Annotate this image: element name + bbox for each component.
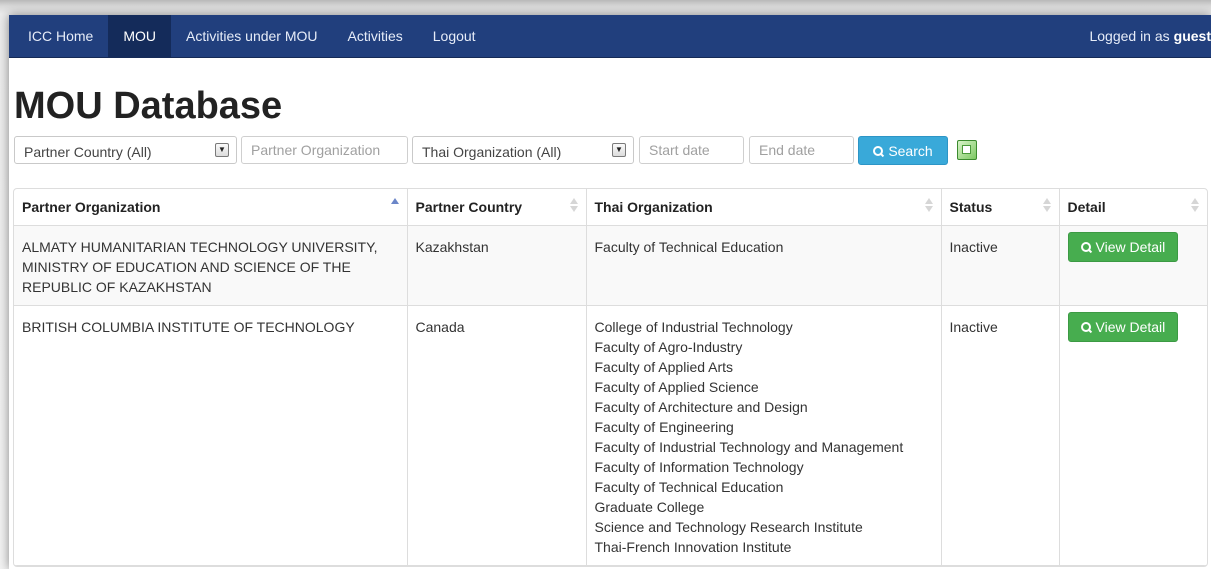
nav-activities[interactable]: Activities bbox=[333, 15, 418, 57]
status-cell: Inactive bbox=[940, 225, 1059, 306]
detail-cell: View Detail bbox=[1058, 305, 1207, 566]
thai-organization-select[interactable]: Thai Organization (All) ▼ bbox=[412, 136, 634, 164]
view-detail-label: View Detail bbox=[1095, 318, 1166, 335]
thai-organization-item: Faculty of Applied Arts bbox=[594, 358, 734, 375]
search-icon bbox=[873, 145, 884, 156]
search-button-label: Search bbox=[888, 142, 933, 159]
thai-organization-value: Thai Organization (All) bbox=[422, 144, 562, 160]
thai-organization-item: Science and Technology Research Institut… bbox=[594, 518, 863, 535]
thai-organization-item: Faculty of Agro-Industry bbox=[594, 338, 743, 355]
thai-organization-cell: College of Industrial Technology Faculty… bbox=[585, 305, 941, 566]
partner-organization-cell: ALMATY HUMANITARIAN TECHNOLOGY UNIVERSIT… bbox=[14, 225, 407, 306]
nav-icc-home[interactable]: ICC Home bbox=[9, 15, 108, 57]
partner-country-value: Partner Country (All) bbox=[24, 144, 152, 160]
sort-icon bbox=[569, 197, 578, 215]
view-detail-button[interactable]: View Detail bbox=[1067, 311, 1179, 342]
chevron-down-icon: ▼ bbox=[612, 143, 626, 157]
excel-export-icon[interactable] bbox=[957, 140, 977, 160]
column-header-label: Partner Country bbox=[415, 199, 523, 215]
top-navbar: ICC Home MOU Activities under MOU Activi… bbox=[9, 15, 1211, 58]
search-button[interactable]: Search bbox=[858, 136, 948, 165]
column-header-detail[interactable]: Detail bbox=[1058, 189, 1207, 226]
partner-organization-input[interactable] bbox=[241, 136, 408, 164]
sort-icon bbox=[924, 197, 933, 215]
login-username: guest bbox=[1173, 28, 1211, 44]
view-detail-button[interactable]: View Detail bbox=[1067, 231, 1179, 262]
sort-icon bbox=[1191, 197, 1199, 215]
thai-organization-item: Thai-French Innovation Institute bbox=[594, 538, 792, 555]
thai-organization-item: Faculty of Technical Education bbox=[594, 478, 784, 495]
end-date-input[interactable] bbox=[749, 136, 854, 164]
column-header-label: Thai Organization bbox=[594, 199, 713, 215]
column-header-status[interactable]: Status bbox=[940, 189, 1059, 226]
login-info: Logged in as guest bbox=[1089, 15, 1211, 57]
thai-organization-item: Faculty of Architecture and Design bbox=[594, 398, 808, 415]
partner-country-cell: Kazakhstan bbox=[406, 225, 586, 306]
status-cell: Inactive bbox=[940, 305, 1059, 566]
thai-organization-item: Faculty of Industrial Technology and Man… bbox=[594, 438, 904, 455]
chevron-down-icon: ▼ bbox=[215, 143, 229, 157]
thai-organization-item: Graduate College bbox=[594, 498, 705, 515]
sort-icon bbox=[1042, 197, 1051, 215]
partner-country-cell: Canada bbox=[406, 305, 586, 566]
login-prefix: Logged in as bbox=[1089, 28, 1170, 44]
search-icon bbox=[1080, 241, 1091, 252]
mou-table: Partner Organization Partner Country Tha… bbox=[13, 188, 1208, 567]
search-icon bbox=[1080, 321, 1091, 332]
column-header-label: Detail bbox=[1067, 199, 1106, 215]
table-header-row: Partner Organization Partner Country Tha… bbox=[14, 189, 1207, 226]
table-row: ALMATY HUMANITARIAN TECHNOLOGY UNIVERSIT… bbox=[14, 225, 1207, 306]
thai-organization-item: Faculty of Engineering bbox=[594, 418, 734, 435]
detail-cell: View Detail bbox=[1058, 225, 1207, 306]
thai-organization-item: Faculty of Technical Education bbox=[594, 238, 784, 255]
thai-organization-item: Faculty of Information Technology bbox=[594, 458, 804, 475]
nav-mou[interactable]: MOU bbox=[108, 15, 172, 57]
start-date-input[interactable] bbox=[639, 136, 744, 164]
column-header-thai-organization[interactable]: Thai Organization bbox=[585, 189, 941, 226]
nav-logout[interactable]: Logout bbox=[418, 15, 491, 57]
partner-organization-cell: BRITISH COLUMBIA INSTITUTE OF TECHNOLOGY bbox=[14, 305, 407, 566]
column-header-partner-country[interactable]: Partner Country bbox=[406, 189, 586, 226]
sort-ascending-icon bbox=[390, 197, 399, 215]
nav-activities-under-mou[interactable]: Activities under MOU bbox=[171, 15, 332, 57]
page-title: MOU Database bbox=[14, 85, 283, 127]
column-header-label: Partner Organization bbox=[22, 199, 161, 215]
view-detail-label: View Detail bbox=[1095, 238, 1166, 255]
thai-organization-item: College of Industrial Technology bbox=[594, 318, 793, 335]
partner-country-select[interactable]: Partner Country (All) ▼ bbox=[14, 136, 237, 164]
column-header-partner-organization[interactable]: Partner Organization bbox=[14, 189, 407, 226]
column-header-label: Status bbox=[949, 199, 993, 215]
thai-organization-cell: Faculty of Technical Education bbox=[585, 225, 941, 306]
table-row: BRITISH COLUMBIA INSTITUTE OF TECHNOLOGY… bbox=[14, 305, 1207, 566]
thai-organization-item: Faculty of Applied Science bbox=[594, 378, 759, 395]
browser-window: ICC Home MOU Activities under MOU Activi… bbox=[9, 15, 1211, 569]
